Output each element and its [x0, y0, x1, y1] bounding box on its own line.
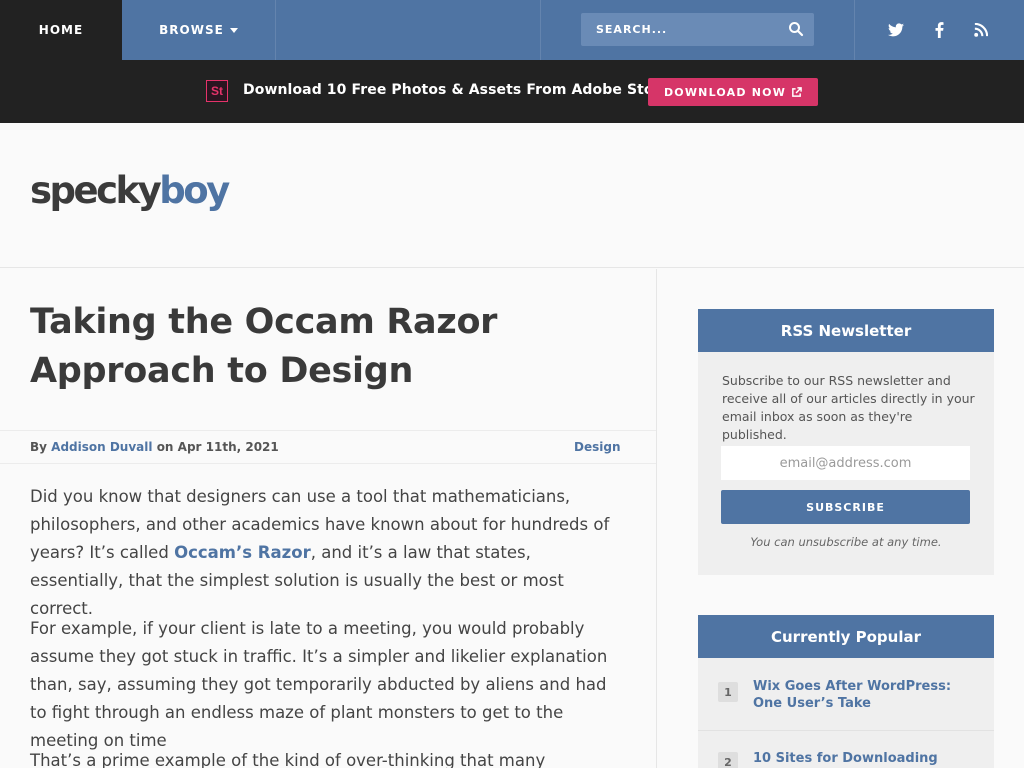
popular-title: Currently Popular: [698, 615, 994, 658]
rank-badge: 1: [718, 682, 738, 702]
newsletter-title: RSS Newsletter: [698, 309, 994, 352]
nav-browse-menu[interactable]: BROWSE: [122, 0, 276, 60]
nav-home-link[interactable]: HOME: [0, 0, 122, 60]
article-paragraph: That’s a prime example of the kind of ov…: [30, 751, 546, 768]
author-link[interactable]: Addison Duvall: [51, 440, 152, 454]
search-input[interactable]: [581, 13, 776, 46]
twitter-icon[interactable]: [885, 19, 907, 41]
email-field[interactable]: [721, 446, 970, 480]
popular-article-link[interactable]: 10 Sites for Downloading: [753, 750, 978, 767]
nav-divider: [854, 0, 855, 60]
article-paragraph: For example, if your client is late to a…: [30, 619, 608, 750]
unsubscribe-note: You can unsubscribe at any time.: [750, 535, 942, 549]
subscribe-button[interactable]: SUBSCRIBE: [721, 490, 970, 524]
logo-part-2: boy: [159, 169, 230, 212]
speckyboy-logo[interactable]: speckyboy: [30, 166, 230, 216]
logo-part-1: specky: [30, 169, 162, 212]
external-link-icon: [792, 86, 802, 97]
byline-prefix: By: [30, 440, 47, 454]
newsletter-description: Subscribe to our RSS newsletter and rece…: [722, 373, 975, 442]
nav-divider: [540, 0, 541, 60]
promo-text[interactable]: Download 10 Free Photos & Assets From Ad…: [243, 82, 671, 98]
top-navigation: HOME BROWSE: [0, 0, 1024, 60]
search-box: [581, 13, 814, 46]
article-title: Taking the Occam Razor Approach to Desig…: [30, 302, 498, 391]
nav-home-label: HOME: [38, 23, 84, 37]
byline: By Addison Duvall on Apr 11th, 2021: [30, 440, 279, 454]
content-divider: [656, 269, 657, 768]
rank-badge: 2: [718, 752, 738, 768]
list-item[interactable]: 2 10 Sites for Downloading: [698, 731, 994, 768]
download-now-label: DOWNLOAD NOW: [663, 85, 787, 99]
article-meta: By Addison Duvall on Apr 11th, 2021 Desi…: [0, 430, 656, 464]
byline-on: on: [156, 440, 174, 454]
adobe-stock-logo: St: [206, 80, 228, 102]
nav-browse-label: BROWSE: [159, 23, 224, 37]
popular-article-link[interactable]: Wix Goes After WordPress: One User’s Tak…: [753, 678, 978, 712]
article-paragraph: Did you know that designers can use a to…: [30, 483, 620, 623]
chevron-down-icon: [229, 27, 238, 33]
list-item[interactable]: 1 Wix Goes After WordPress: One User’s T…: [698, 658, 994, 730]
newsletter-widget: RSS Newsletter Subscribe to our RSS news…: [698, 309, 994, 575]
occams-razor-link[interactable]: Occam’s Razor: [174, 543, 311, 562]
rss-icon[interactable]: [970, 19, 992, 41]
download-now-button[interactable]: DOWNLOAD NOW: [648, 78, 818, 106]
search-icon[interactable]: [788, 21, 804, 37]
publish-date: Apr 11th, 2021: [177, 440, 279, 454]
popular-widget: Currently Popular 1 Wix Goes After WordP…: [698, 615, 994, 768]
facebook-icon[interactable]: [928, 19, 950, 41]
category-link[interactable]: Design: [574, 440, 621, 454]
